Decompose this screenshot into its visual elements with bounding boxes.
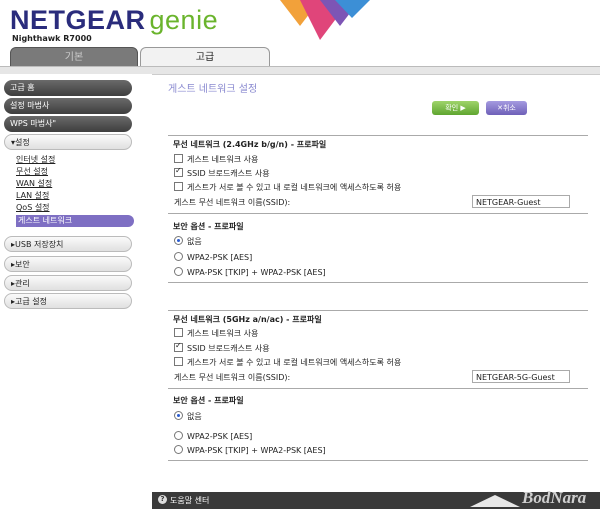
band5-ssid-input[interactable]: NETGEAR-5G-Guest (472, 370, 570, 383)
band5-sec-wpa2-radio[interactable] (174, 431, 183, 440)
brand-name: NETGEAR (10, 5, 146, 35)
band24-sec-mixed-label: WPA-PSK [TKIP] + WPA2-PSK [AES] (187, 268, 326, 277)
band5-ssid-label: 게스트 무선 네트워크 이름(SSID): (174, 373, 291, 382)
band24-enable-row: 게스트 네트워크 사용 (174, 154, 258, 165)
nav-security[interactable]: ▸보안 (4, 256, 132, 272)
nav-wps-wizard[interactable]: WPS 마법사" (4, 116, 132, 132)
band24-sec-none-radio[interactable] (174, 236, 183, 245)
band24-allow-local-checkbox[interactable] (174, 182, 183, 191)
divider (168, 213, 588, 214)
band24-allow-local-row: 게스트가 서로 볼 수 있고 내 로컬 네트워크에 액세스하도록 허용 (174, 182, 401, 193)
divider (168, 388, 588, 389)
band24-sec-wpa2-radio[interactable] (174, 252, 183, 261)
band24-sec-wpa2-row: WPA2-PSK [AES] (174, 252, 252, 262)
help-center-label[interactable]: 도움말 센터 (170, 492, 209, 509)
band5-sec-none-row: 없음 (174, 411, 202, 422)
band24-sec-wpa2-label: WPA2-PSK [AES] (187, 253, 253, 262)
divider (168, 310, 588, 311)
band5-ssid-broadcast-row: SSID 브로드캐스트 사용 (174, 341, 270, 354)
band24-sec-mixed-row: WPA-PSK [TKIP] + WPA2-PSK [AES] (174, 267, 326, 277)
nav-setup-wizard[interactable]: 설정 마법사 (4, 98, 132, 114)
band5-ssid-broadcast-checkbox[interactable] (174, 341, 183, 352)
band5-sec-wpa2-label: WPA2-PSK [AES] (187, 432, 253, 441)
band24-security-header: 보안 옵션 - 프로파일 (173, 222, 244, 231)
band24-allow-local-label: 게스트가 서로 볼 수 있고 내 로컬 네트워크에 액세스하도록 허용 (187, 183, 402, 192)
tab-advanced[interactable]: 고급 (140, 47, 270, 67)
band5-allow-local-checkbox[interactable] (174, 357, 183, 366)
divider (168, 282, 588, 283)
band5-allow-local-label: 게스트가 서로 볼 수 있고 내 로컬 네트워크에 액세스하도록 허용 (187, 358, 402, 367)
expand-up-icon[interactable] (470, 493, 520, 507)
nav-qos-setup[interactable]: QoS 설정 (16, 202, 50, 213)
nav-administration[interactable]: ▸관리 (4, 275, 132, 291)
nav-advanced-home[interactable]: 고급 홈 (4, 80, 132, 96)
brand-decoration (280, 0, 370, 40)
cancel-button[interactable]: ✕취소 (486, 101, 527, 115)
nav-wan-setup[interactable]: WAN 설정 (16, 178, 52, 189)
band24-sec-none-row: 없음 (174, 236, 202, 247)
band24-sec-none-label: 없음 (187, 237, 202, 246)
nav-advanced-setup[interactable]: ▸고급 설정 (4, 293, 132, 309)
nav-setup-group[interactable]: ▾설정 (4, 134, 132, 150)
band5-sec-mixed-radio[interactable] (174, 445, 183, 454)
band5-allow-local-row: 게스트가 서로 볼 수 있고 내 로컬 네트워크에 액세스하도록 허용 (174, 357, 401, 368)
divider (168, 135, 588, 136)
band5-sec-none-label: 없음 (187, 412, 202, 421)
help-icon: ? (158, 495, 167, 504)
band24-ssid-label: 게스트 무선 네트워크 이름(SSID): (174, 198, 291, 207)
band24-sec-mixed-radio[interactable] (174, 267, 183, 276)
sidebar: 고급 홈 설정 마법사 WPS 마법사" ▾설정 인터넷 설정 무선 설정 WA… (0, 74, 152, 494)
band5-sec-mixed-label: WPA-PSK [TKIP] + WPA2-PSK [AES] (187, 446, 326, 455)
band5-sec-none-radio[interactable] (174, 411, 183, 420)
apply-button[interactable]: 확인 ▶ (432, 101, 479, 115)
model-name: Nighthawk R7000 (12, 34, 92, 43)
watermark: BodNara (522, 488, 587, 507)
band5-enable-row: 게스트 네트워크 사용 (174, 328, 258, 339)
nav-usb-storage[interactable]: ▸USB 저장장치 (4, 236, 132, 252)
band24-enable-label: 게스트 네트워크 사용 (187, 155, 259, 164)
band5-header: 무선 네트워크 (5GHz a/n/ac) - 프로파일 (173, 315, 322, 324)
page-title: 게스트 네트워크 설정 (168, 84, 258, 95)
band24-ssid-broadcast-label: SSID 브로드캐스트 사용 (187, 169, 270, 178)
band5-security-header: 보안 옵션 - 프로파일 (173, 396, 244, 405)
netgear-logo: NETGEAR genie (10, 5, 218, 36)
band24-ssid-input[interactable]: NETGEAR-Guest (472, 195, 570, 208)
band24-header: 무선 네트워크 (2.4GHz b/g/n) - 프로파일 (173, 140, 327, 149)
band24-ssid-broadcast-row: SSID 브로드캐스트 사용 (174, 166, 270, 179)
band5-enable-checkbox[interactable] (174, 328, 183, 337)
nav-wireless-setup[interactable]: 무선 설정 (16, 166, 48, 177)
band5-sec-wpa2-row: WPA2-PSK [AES] (174, 431, 252, 441)
genie-name: genie (149, 5, 219, 35)
nav-lan-setup[interactable]: LAN 설정 (16, 190, 49, 201)
band5-ssid-broadcast-label: SSID 브로드캐스트 사용 (187, 344, 270, 353)
band5-sec-mixed-row: WPA-PSK [TKIP] + WPA2-PSK [AES] (174, 445, 326, 455)
nav-guest-network[interactable]: 게스트 네트워크 (16, 215, 134, 227)
band5-enable-label: 게스트 네트워크 사용 (187, 329, 259, 338)
divider (168, 460, 588, 461)
band24-ssid-broadcast-checkbox[interactable] (174, 166, 183, 177)
tab-basic[interactable]: 기본 (10, 47, 138, 68)
band24-enable-checkbox[interactable] (174, 154, 183, 163)
nav-internet-setup[interactable]: 인터넷 설정 (16, 154, 55, 165)
